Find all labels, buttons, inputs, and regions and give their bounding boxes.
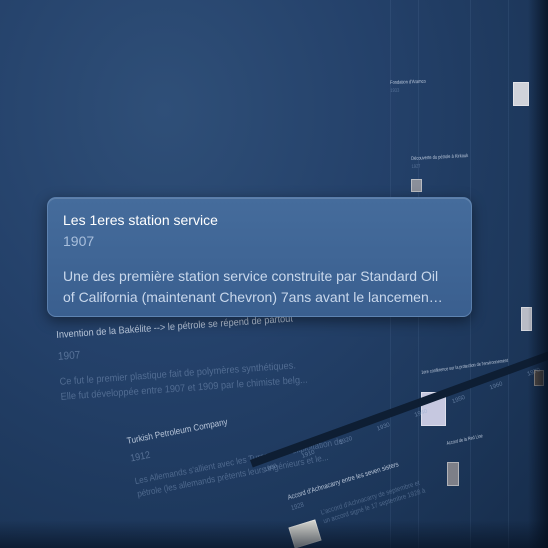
event-card-date: 1907: [63, 233, 95, 249]
event-date: 1933: [390, 87, 400, 94]
event-title: Fondation d'Aramco: [390, 78, 426, 86]
event-card-title: Les 1eres station service: [63, 212, 218, 228]
right-shade: [528, 0, 548, 548]
event-fondation-aramco[interactable]: Fondation d'Aramco 1933: [390, 79, 426, 94]
axis-tick-label: 1960: [489, 381, 504, 392]
axis-tick-label: 1930: [376, 422, 391, 433]
event-card-description-line: of California (maintenant Chevron) 7ans …: [63, 289, 443, 305]
event-decouverte[interactable]: Découverte du pétrole à Kirkouk 1927: [411, 153, 469, 170]
axis-tick-label: 1910: [301, 449, 316, 460]
axis-tick-label: 1920: [338, 435, 354, 447]
timeline-viewport[interactable]: Invention de la Bakélite --> le pétrole …: [0, 0, 548, 548]
event-thumbnail: [411, 179, 422, 192]
event-card-description: Une des première station service constru…: [63, 266, 463, 308]
axis-tick-label: 1950: [451, 394, 467, 406]
axis-tick-label: 1900: [263, 463, 279, 474]
event-card-highlighted[interactable]: Les 1eres station service 1907 Une des p…: [47, 197, 472, 317]
event-thumbnail: [513, 82, 529, 106]
bottom-shade: [0, 520, 548, 548]
event-date: 1927: [411, 163, 421, 170]
axis-tick-label: 1940: [413, 408, 429, 419]
event-bakelite[interactable]: Invention de la Bakélite --> le pétrole …: [56, 313, 308, 402]
event-card-description-line: Une des première station service constru…: [63, 268, 439, 284]
